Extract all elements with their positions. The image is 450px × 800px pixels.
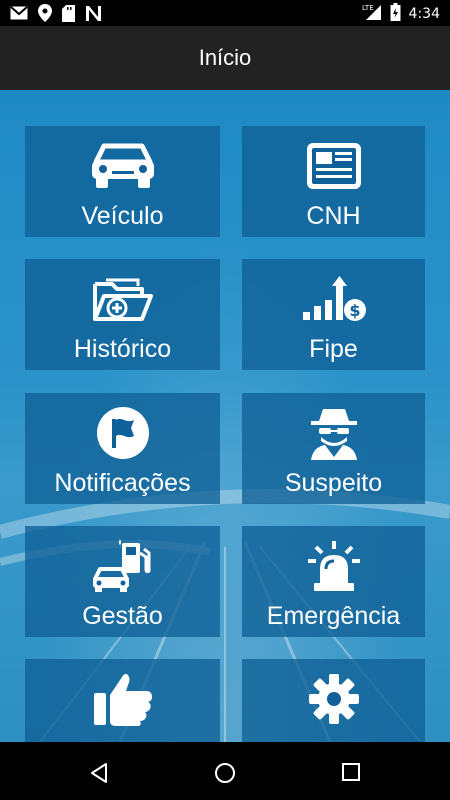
newspaper-icon — [299, 138, 369, 193]
network-type: LTE — [362, 4, 374, 12]
lte-signal-icon: LTE — [362, 3, 382, 25]
app-bar: Início — [0, 26, 450, 90]
menu-tile-label: Fipe — [309, 335, 358, 363]
menu-tile-label: Histórico — [73, 335, 172, 363]
price-chart-icon: $ — [299, 271, 369, 326]
fuel-car-icon — [88, 538, 158, 593]
n-app-icon — [85, 5, 102, 27]
status-bar: LTE 4:34 — [0, 0, 450, 26]
menu-tile-gestao[interactable]: Gestão — [25, 526, 220, 637]
flag-icon — [88, 405, 158, 460]
menu-tile-label: Suspeito — [284, 469, 383, 497]
gear-icon — [299, 671, 369, 726]
menu-tile-notificacoes[interactable]: Notificações — [25, 393, 220, 504]
gmail-icon — [10, 6, 28, 25]
clock: 4:34 — [408, 6, 440, 22]
system-nav-bar — [0, 748, 450, 800]
menu-tile-label: Gestão — [82, 602, 163, 630]
menu-tile-label: CNH — [306, 202, 361, 230]
folder-plus-icon — [88, 271, 158, 326]
svg-text:$: $ — [349, 301, 360, 320]
menu-tile-label: Veículo — [81, 202, 164, 230]
menu-tile-label: Notificações — [54, 469, 191, 497]
menu-tile-avaliar[interactable] — [25, 659, 220, 742]
page-title: Início — [198, 45, 252, 70]
menu-tile-veiculo[interactable]: Veículo — [25, 126, 220, 237]
menu-tile-emergencia[interactable]: Emergência — [242, 526, 425, 637]
battery-icon — [390, 3, 401, 25]
home-icon[interactable] — [214, 762, 236, 789]
menu-tile-label: Emergência — [266, 602, 401, 630]
siren-icon — [299, 538, 369, 593]
car-icon — [88, 138, 158, 193]
back-icon[interactable] — [88, 762, 110, 789]
thumbs-up-icon — [88, 671, 158, 726]
home-grid: Veículo CNH Histórico $ Fipe Notificaçõe… — [0, 90, 450, 742]
location-icon — [38, 4, 52, 27]
menu-tile-suspeito[interactable]: Suspeito — [242, 393, 425, 504]
spy-icon — [299, 405, 369, 460]
menu-tile-fipe[interactable]: $ Fipe — [242, 259, 425, 370]
recents-icon[interactable] — [341, 762, 361, 787]
menu-tile-historico[interactable]: Histórico — [25, 259, 220, 370]
sd-card-icon — [62, 4, 75, 27]
menu-tile-configuracoes[interactable] — [242, 659, 425, 742]
menu-tile-cnh[interactable]: CNH — [242, 126, 425, 237]
